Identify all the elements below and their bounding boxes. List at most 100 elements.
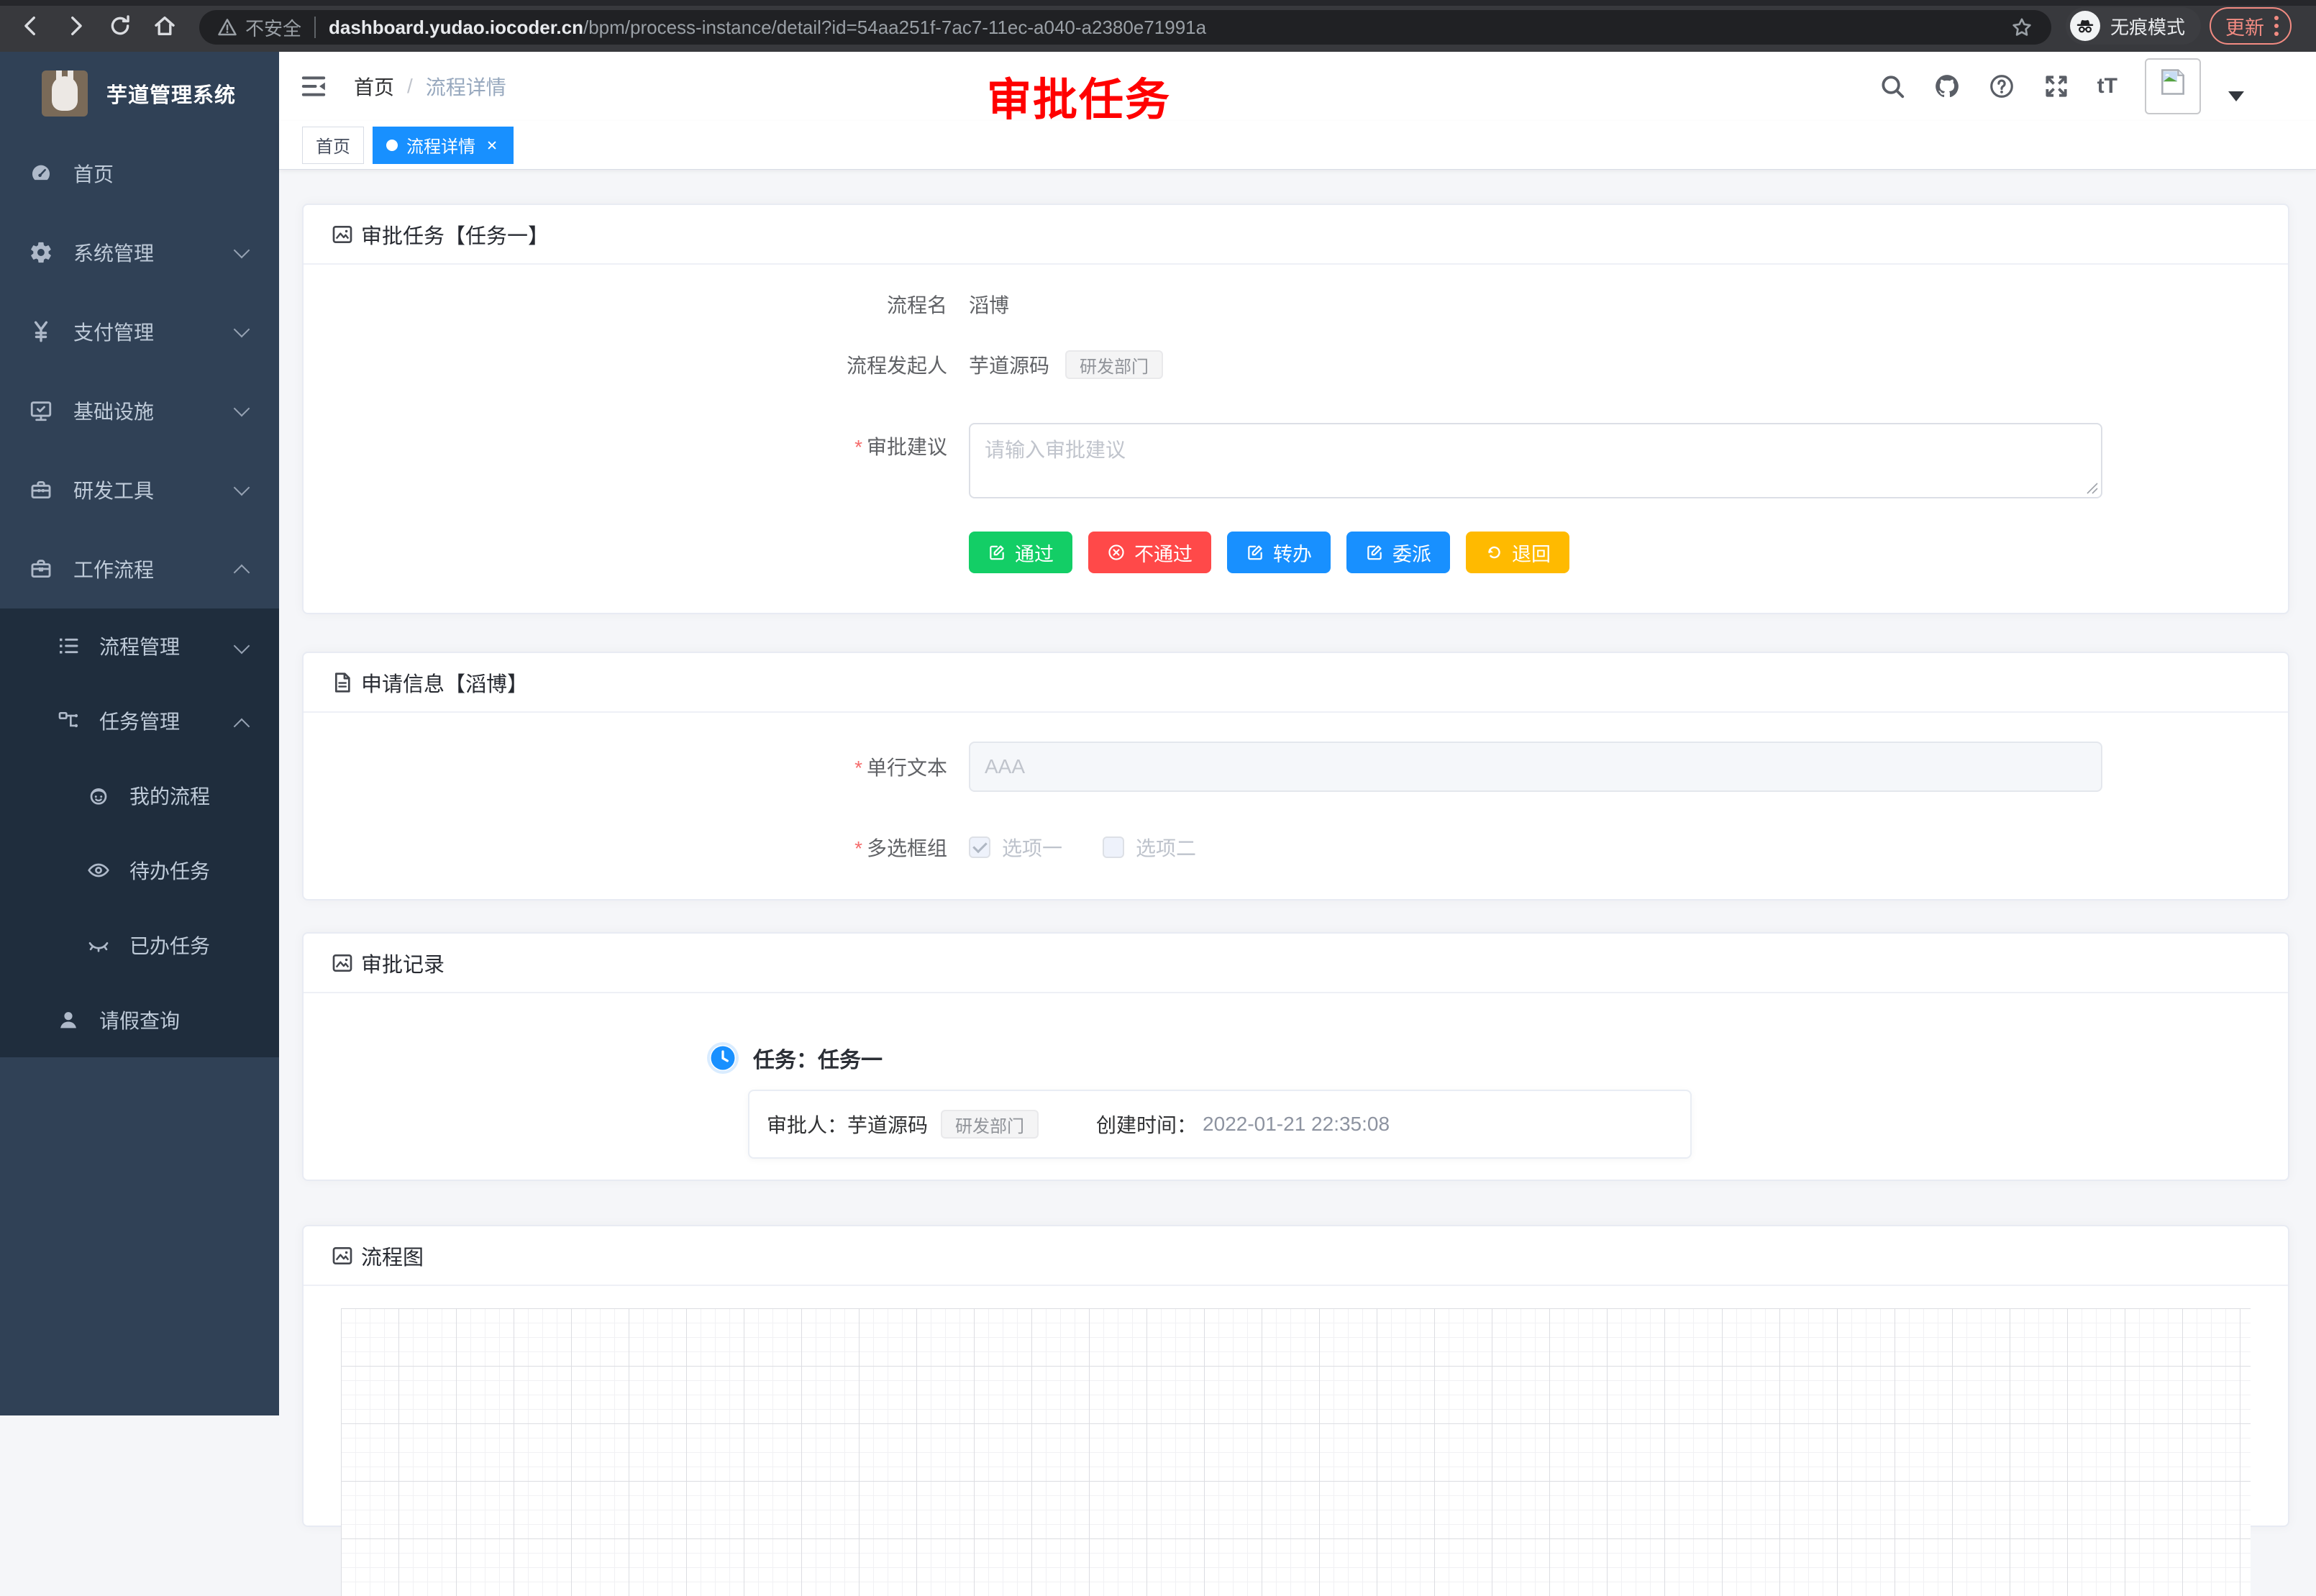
timeline-item: 任务：任务一 bbox=[710, 1045, 2288, 1071]
gear-icon bbox=[29, 240, 53, 265]
sidebar-item-done-tasks[interactable]: 已办任务 bbox=[0, 908, 279, 982]
process-name-value: 滔博 bbox=[969, 290, 1009, 319]
initiator-dept-tag: 研发部门 bbox=[1065, 350, 1163, 379]
bpmn-grid-canvas[interactable] bbox=[341, 1308, 2251, 1596]
font-size-icon[interactable]: tT bbox=[2097, 74, 2117, 99]
approver-dept-tag: 研发部门 bbox=[941, 1110, 1039, 1139]
refresh-left-icon bbox=[1485, 543, 1503, 562]
search-icon[interactable] bbox=[1879, 73, 1906, 100]
breadcrumb-separator: / bbox=[407, 75, 413, 98]
required-marker: * bbox=[854, 757, 862, 779]
suggestion-placeholder: 请输入审批建议 bbox=[985, 439, 1126, 461]
avatar[interactable] bbox=[2145, 58, 2201, 114]
tab-process-detail[interactable]: 流程详情 bbox=[373, 127, 514, 164]
created-label: 创建时间： bbox=[1096, 1110, 1197, 1139]
address-bar[interactable]: 不安全 dashboard.yudao.iocoder.cn/bpm/proce… bbox=[199, 10, 2051, 45]
checkbox-group-row: *多选框组 选项一 选项二 bbox=[304, 831, 2288, 863]
checkbox-unchecked-icon bbox=[1103, 836, 1124, 858]
created-value: 2022-01-21 22:35:08 bbox=[1203, 1113, 1390, 1136]
text-field-row: *单行文本 AAA bbox=[304, 742, 2288, 792]
sidebar-item-todo-tasks[interactable]: 待办任务 bbox=[0, 833, 279, 908]
required-marker: * bbox=[854, 837, 862, 859]
yen-icon bbox=[29, 319, 53, 344]
resize-handle-icon[interactable] bbox=[2087, 483, 2098, 494]
chevron-up-icon bbox=[234, 565, 250, 581]
checkbox-group: 选项一 选项二 bbox=[969, 833, 1196, 862]
record-task-title: 任务：任务一 bbox=[753, 1042, 883, 1074]
url-divider bbox=[314, 17, 316, 38]
tab-home[interactable]: 首页 bbox=[302, 127, 364, 164]
browser-forward-icon[interactable] bbox=[62, 12, 89, 40]
avatar-caret-down-icon[interactable] bbox=[2228, 91, 2244, 101]
picture-icon bbox=[331, 223, 354, 246]
sidebar-item-workflow[interactable]: 工作流程 bbox=[0, 529, 279, 608]
sidebar: 芋道管理系统 首页 系统管理 支付管理 基础设施 研发工具 工作流程 流程管理 bbox=[0, 52, 279, 1415]
sidebar-item-process-mgmt[interactable]: 流程管理 bbox=[0, 608, 279, 683]
face-icon bbox=[86, 783, 111, 808]
close-icon[interactable] bbox=[484, 137, 500, 153]
org-icon bbox=[56, 708, 81, 733]
sidebar-item-system[interactable]: 系统管理 bbox=[0, 213, 279, 292]
clock-icon bbox=[710, 1045, 736, 1071]
return-button[interactable]: 退回 bbox=[1466, 532, 1569, 573]
edit-icon bbox=[1246, 543, 1264, 562]
text-field-label: *单行文本 bbox=[304, 752, 947, 781]
top-navbar: 首页 / 流程详情 审批任务 tT bbox=[279, 52, 2316, 121]
chevron-down-icon bbox=[234, 322, 250, 338]
toolbox-icon bbox=[29, 478, 53, 502]
checkbox-option-1[interactable]: 选项一 bbox=[969, 833, 1062, 862]
page-content: 审批任务【任务一】 流程名 滔博 流程发起人 芋道源码 研发部门 *审批建议 请… bbox=[279, 170, 2316, 1527]
delegate-button[interactable]: 委派 bbox=[1346, 532, 1450, 573]
person-icon bbox=[56, 1008, 81, 1032]
sidebar-item-my-process[interactable]: 我的流程 bbox=[0, 758, 279, 833]
browser-update-button[interactable]: 更新 bbox=[2210, 7, 2292, 45]
sidebar-item-leave-query[interactable]: 请假查询 bbox=[0, 982, 279, 1057]
app-logo-row[interactable]: 芋道管理系统 bbox=[0, 52, 279, 134]
record-card-title: 审批记录 bbox=[361, 948, 444, 978]
approver-value: 芋道源码 bbox=[847, 1110, 928, 1139]
text-field-input[interactable]: AAA bbox=[969, 742, 2102, 792]
checkbox-group-label: *多选框组 bbox=[304, 833, 947, 862]
suggestion-label: *审批建议 bbox=[304, 423, 947, 460]
text-field-placeholder: AAA bbox=[985, 755, 1025, 778]
document-icon bbox=[331, 671, 354, 694]
eye-icon bbox=[86, 858, 111, 883]
app-logo-image bbox=[42, 70, 88, 117]
sidebar-item-home[interactable]: 首页 bbox=[0, 134, 279, 213]
sidebar-item-devtools[interactable]: 研发工具 bbox=[0, 450, 279, 529]
active-tab-dot bbox=[386, 140, 398, 151]
apply-info-card: 申请信息【滔博】 *单行文本 AAA *多选框组 选项一 选项二 bbox=[302, 652, 2289, 900]
app-title: 芋道管理系统 bbox=[106, 78, 236, 109]
transfer-button[interactable]: 转办 bbox=[1227, 532, 1331, 573]
chevron-down-icon bbox=[234, 401, 250, 417]
browser-menu-icon[interactable] bbox=[2274, 16, 2279, 36]
sidebar-item-payment[interactable]: 支付管理 bbox=[0, 292, 279, 371]
edit-icon bbox=[1365, 543, 1384, 562]
help-icon[interactable] bbox=[1988, 73, 2015, 100]
approve-task-card: 审批任务【任务一】 流程名 滔博 流程发起人 芋道源码 研发部门 *审批建议 请… bbox=[302, 204, 2289, 614]
approve-pass-button[interactable]: 通过 bbox=[969, 532, 1072, 573]
security-label: 不安全 bbox=[245, 14, 301, 41]
sidebar-item-task-mgmt[interactable]: 任务管理 bbox=[0, 683, 279, 758]
record-detail-box: 审批人： 芋道源码 研发部门 创建时间： 2022-01-21 22:35:08 bbox=[748, 1090, 1692, 1159]
github-icon[interactable] bbox=[1933, 73, 1961, 100]
sidebar-collapse-icon[interactable] bbox=[299, 72, 328, 101]
bookmark-star-icon[interactable] bbox=[2010, 15, 2034, 40]
approve-card-header: 审批任务【任务一】 bbox=[304, 205, 2288, 265]
main-area: 首页 / 流程详情 审批任务 tT 首页 流程详情 审批任务【任务一】 bbox=[279, 52, 2316, 1415]
sidebar-item-infrastructure[interactable]: 基础设施 bbox=[0, 371, 279, 450]
approver-label: 审批人： bbox=[767, 1110, 847, 1139]
approve-reject-button[interactable]: 不通过 bbox=[1088, 532, 1211, 573]
browser-reload-icon[interactable] bbox=[106, 12, 134, 40]
url-path: /bpm/process-instance/detail?id=54aa251f… bbox=[583, 17, 1206, 39]
list-icon bbox=[56, 634, 81, 658]
browser-back-icon[interactable] bbox=[17, 12, 45, 40]
fullscreen-icon[interactable] bbox=[2043, 73, 2070, 100]
browser-home-icon[interactable] bbox=[151, 12, 178, 40]
suggestion-textarea[interactable]: 请输入审批建议 bbox=[969, 423, 2102, 498]
checkbox-option-2[interactable]: 选项二 bbox=[1103, 833, 1196, 862]
suggestion-row: *审批建议 请输入审批建议 bbox=[304, 423, 2288, 498]
security-indicator[interactable]: 不安全 bbox=[216, 14, 301, 41]
briefcase-icon bbox=[29, 557, 53, 581]
breadcrumb-home[interactable]: 首页 bbox=[354, 72, 394, 101]
